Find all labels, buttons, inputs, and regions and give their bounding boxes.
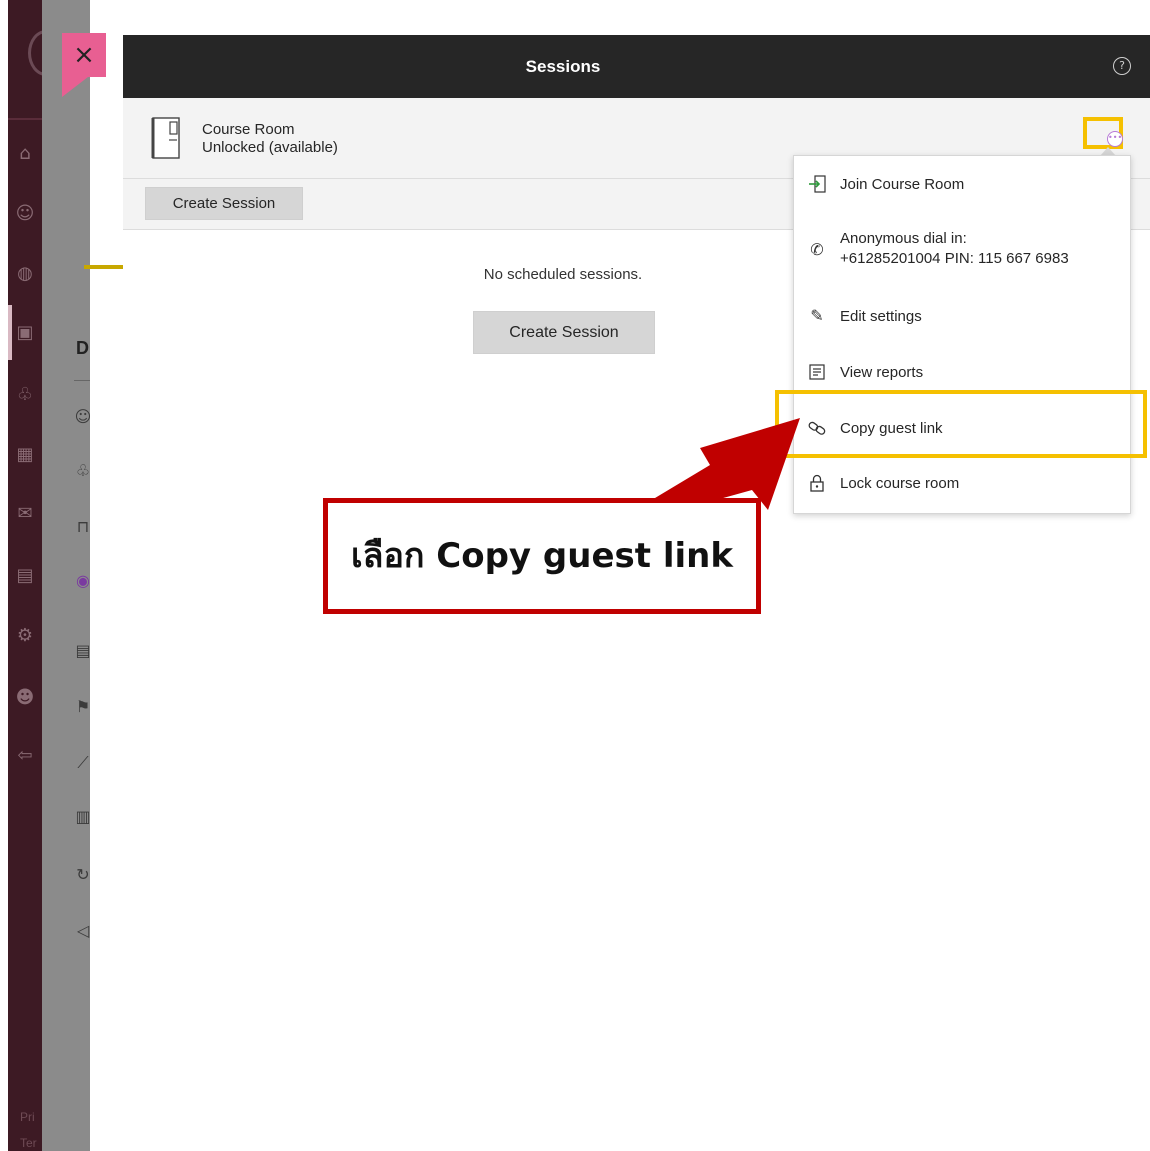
pencil-icon: ✎: [810, 306, 824, 325]
annotation-arrow: [655, 418, 800, 510]
menu-item-label: Lock course room: [840, 475, 960, 492]
phone-icon: ✆: [810, 240, 824, 259]
lock-icon: [810, 474, 824, 492]
divider: [74, 380, 90, 381]
door-icon: [151, 117, 180, 159]
create-session-button[interactable]: Create Session: [473, 311, 655, 354]
institution-icon[interactable]: ⌂: [14, 143, 36, 165]
signout-icon[interactable]: ⇦: [14, 745, 36, 767]
menu-item-lock-room[interactable]: Lock course room: [794, 469, 1130, 499]
person-icon: ☺: [74, 407, 92, 426]
menu-item-label: Anonymous dial in:: [840, 230, 967, 247]
sidebar-edge: [0, 0, 8, 1151]
flag-icon: ⚑: [75, 697, 91, 716]
active-indicator: [8, 305, 12, 360]
lock-icon: ⊓: [76, 517, 90, 536]
more-options-icon: •••: [1107, 131, 1123, 147]
courses-icon[interactable]: ▣: [14, 322, 36, 344]
dimmed-course-panel: D ☺ ♧ ⊓ ◉ ▤ ⚑ ⟋ ▥ ↻ ◁: [42, 0, 132, 1151]
grades-icon[interactable]: ▤: [14, 565, 36, 587]
help-circle-icon[interactable]: ?: [1113, 57, 1131, 75]
menu-item-dial-in[interactable]: ✆ Anonymous dial in: +61285201004 PIN: 1…: [794, 226, 1130, 272]
menu-item-join[interactable]: Join Course Room: [794, 170, 1130, 200]
doc-icon: ▥: [75, 807, 91, 826]
refresh-icon: ↻: [76, 865, 90, 884]
dial-in-number: +61285201004 PIN: 115 667 6983: [840, 250, 1069, 267]
create-session-button-top[interactable]: Create Session: [145, 187, 303, 220]
close-button-tail: [62, 77, 88, 97]
profile-icon[interactable]: ☺: [14, 203, 36, 225]
menu-item-label: Edit settings: [840, 308, 922, 325]
more-options-button[interactable]: •••: [1083, 117, 1123, 149]
settings-icon[interactable]: ⚙: [14, 625, 36, 647]
eye-icon: ◁: [76, 921, 90, 940]
report-icon: [809, 364, 825, 380]
sidebar-divider: [8, 118, 42, 120]
globe-icon[interactable]: ◍: [14, 263, 36, 285]
footer-terms[interactable]: Ter: [20, 1136, 37, 1150]
mail-icon[interactable]: ✉: [14, 503, 36, 525]
panel-title: Sessions: [525, 57, 601, 76]
groups-icon[interactable]: ♧: [14, 384, 36, 406]
copy-guest-link-highlight: [775, 390, 1147, 458]
annotation-text: เลือก Copy guest link: [350, 536, 733, 576]
footer-privacy[interactable]: Pri: [20, 1110, 35, 1124]
menu-item-edit-settings[interactable]: ✎ Edit settings: [794, 302, 1130, 332]
close-button[interactable]: ×: [62, 33, 106, 77]
collaborate-icon: ◉: [76, 571, 90, 590]
course-room-menu: Join Course Room ✆ Anonymous dial in: +6…: [793, 155, 1131, 514]
calendar-icon[interactable]: ▦: [14, 444, 36, 466]
course-heading-letter: D: [76, 338, 89, 358]
course-room-status: Unlocked (available): [202, 139, 338, 156]
panel-header: Sessions ?: [123, 35, 1150, 98]
app-sidebar: ⌂ ☺ ◍ ▣ ♧ ▦ ✉ ▤ ⚙ ☻ ⇦ Pri Ter: [0, 0, 64, 1151]
tool-icon: ⟋: [77, 753, 89, 772]
menu-item-label: View reports: [840, 364, 924, 381]
menu-item-view-reports[interactable]: View reports: [794, 358, 1130, 388]
gradebook-icon: ▤: [75, 641, 91, 660]
annotation-callout: เลือก Copy guest link: [323, 498, 761, 614]
enter-icon: [809, 175, 826, 193]
menu-item-label: Join Course Room: [840, 176, 965, 193]
user-icon[interactable]: ☻: [14, 687, 36, 709]
course-room-name: Course Room: [202, 121, 295, 138]
people-icon: ♧: [75, 461, 91, 480]
